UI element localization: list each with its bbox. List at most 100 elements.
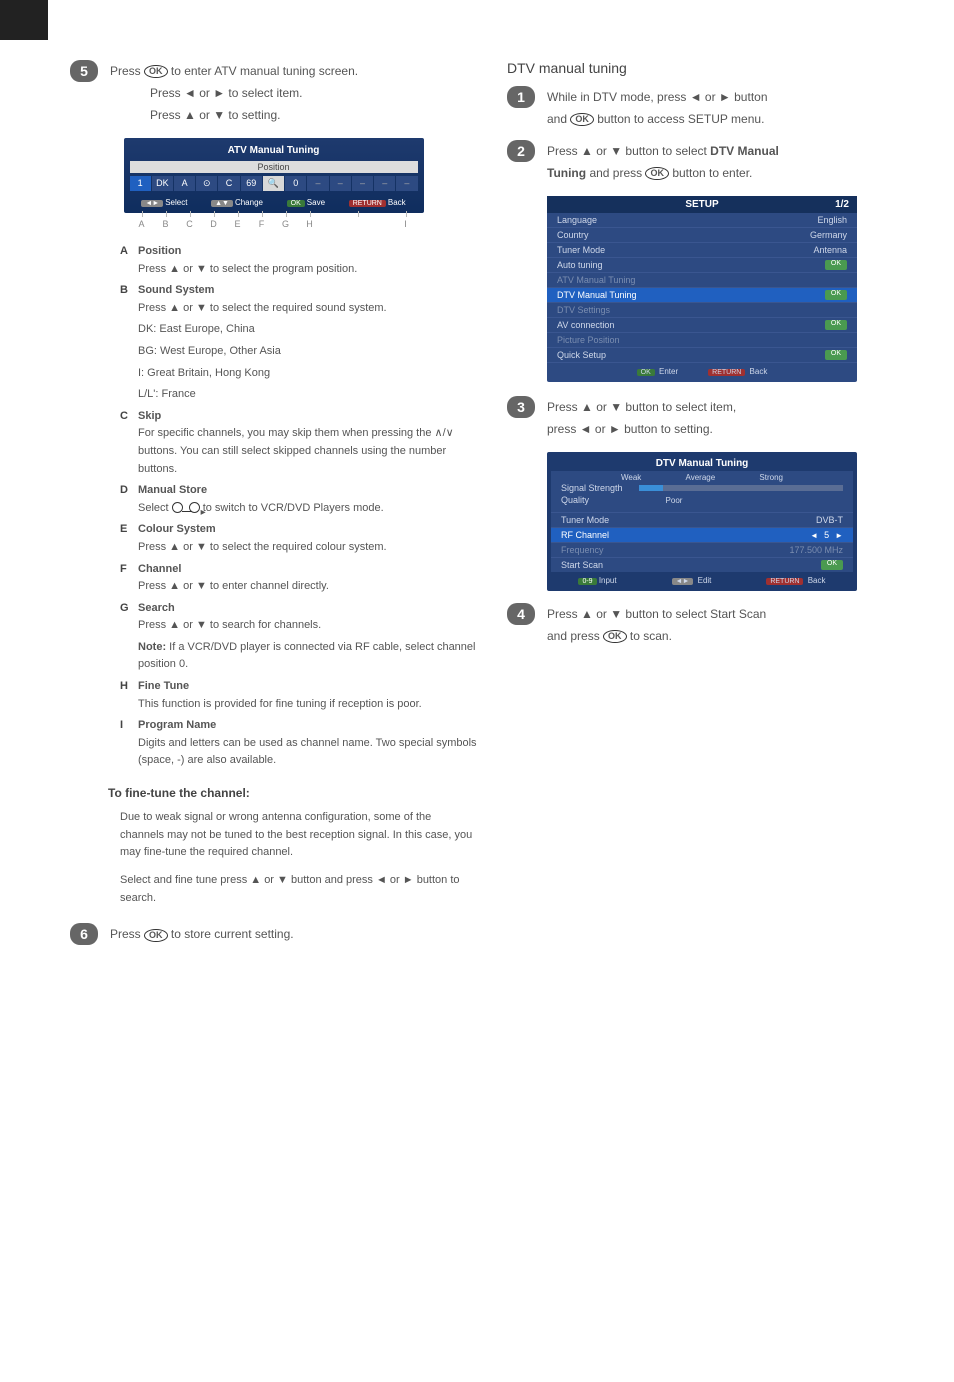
atv-cell-name2[interactable]: – xyxy=(330,176,351,191)
step5-line3: Press ▲ or ▼ to setting. xyxy=(150,106,358,124)
step4-l1: Press ▲ or ▼ button to select Start Scan xyxy=(547,605,766,623)
dtv-input-key: 0-9 xyxy=(578,578,596,585)
expl-title-B: Sound System xyxy=(138,284,214,296)
dtv-panel: DTV Manual Tuning Weak Average Strong Si… xyxy=(547,452,857,591)
step-num-6: 6 xyxy=(70,923,98,945)
hint-change: Change xyxy=(235,198,263,207)
setup-row-language[interactable]: LanguageEnglish xyxy=(547,213,857,228)
setup-row-label: Language xyxy=(557,215,597,225)
step-1: 1 While in DTV mode, press ◄ or ► button… xyxy=(507,86,914,132)
expl-label-H: H xyxy=(120,678,132,696)
atv-cell-store[interactable]: ⊙ xyxy=(196,176,217,191)
dtv-strong: Strong xyxy=(759,473,783,482)
expl-body-C: For specific channels, you may skip them… xyxy=(138,425,477,478)
ok-pill-icon: OK xyxy=(821,560,843,570)
dtv-rf-label: RF Channel xyxy=(561,530,609,540)
dtv-heading: DTV manual tuning xyxy=(507,60,914,76)
step1-l2-pre: and xyxy=(547,112,570,126)
step-num-2: 2 xyxy=(507,140,535,162)
expl-note-title-G: Note: xyxy=(138,641,166,653)
expl-body-B5: L/L': France xyxy=(138,386,477,404)
setup-row-label: Country xyxy=(557,230,589,240)
step-4: 4 Press ▲ or ▼ button to select Start Sc… xyxy=(507,603,914,649)
setup-row-country[interactable]: CountryGermany xyxy=(547,228,857,243)
setup-title: SETUP xyxy=(685,199,718,210)
setup-row-quick-setup[interactable]: Quick SetupOK xyxy=(547,348,857,363)
atv-cell-skip[interactable]: A xyxy=(174,176,195,191)
setup-row-auto-tuning[interactable]: Auto tuningOK xyxy=(547,258,857,273)
dtv-scale: Weak Average Strong xyxy=(551,471,853,482)
hint-back-key: RETURN xyxy=(349,200,386,207)
expl-body-B1: Press ▲ or ▼ to select the required soun… xyxy=(138,300,477,318)
chevron-right-icon[interactable]: ► xyxy=(835,531,843,540)
setup-back: Back xyxy=(750,367,768,376)
expl-label-B: B xyxy=(120,282,132,300)
atv-cell-name1[interactable]: – xyxy=(307,176,328,191)
setup-row-label: Tuner Mode xyxy=(557,245,605,255)
dtv-back-key: RETURN xyxy=(766,578,803,585)
step5-text-a: Press xyxy=(110,64,144,78)
step2-l1-bold: DTV Manual xyxy=(710,144,779,158)
dtv-row-start[interactable]: Start Scan OK xyxy=(551,557,853,572)
step-2: 2 Press ▲ or ▼ button to select DTV Manu… xyxy=(507,140,914,186)
expl-title-H: Fine Tune xyxy=(138,680,189,692)
setup-row-label: DTV Manual Tuning xyxy=(557,290,637,300)
step-5: 5 Press OK to enter ATV manual tuning sc… xyxy=(70,60,477,128)
setup-row-label: Picture Position xyxy=(557,335,620,345)
step2-l1: Press ▲ or ▼ button to select xyxy=(547,144,710,158)
fine-tune-p1: Due to weak signal or wrong antenna conf… xyxy=(120,809,477,862)
atv-cell-chan[interactable]: 69 xyxy=(241,176,262,191)
setup-row-tuner-mode[interactable]: Tuner ModeAntenna xyxy=(547,243,857,258)
page: 5 Press OK to enter ATV manual tuning sc… xyxy=(0,0,954,995)
atv-cell-name3[interactable]: – xyxy=(352,176,373,191)
atv-cell-colour[interactable]: C xyxy=(218,176,239,191)
expl-title-I: Program Name xyxy=(138,719,216,731)
step-num-5: 5 xyxy=(70,60,98,82)
atv-letter-G: G xyxy=(274,219,298,229)
step4-l2-pre: and press xyxy=(547,629,603,643)
setup-row-dtv-manual-tuning[interactable]: DTV Manual TuningOK xyxy=(547,288,857,303)
expl-body-B2: DK: East Europe, China xyxy=(138,321,477,339)
expl-title-C: Skip xyxy=(138,410,161,422)
hint-back: Back xyxy=(388,198,406,207)
step1-l2-suf: button to access SETUP menu. xyxy=(597,112,764,126)
step-num-4: 4 xyxy=(507,603,535,625)
dtv-row-rf[interactable]: RF Channel ◄ 5 ► xyxy=(551,527,853,542)
dtv-freq-value: 177.500 MHz xyxy=(789,545,843,555)
expl-note-body-G: If a VCR/DVD player is connected via RF … xyxy=(138,641,475,671)
expl-body-B4: I: Great Britain, Hong Kong xyxy=(138,365,477,383)
dtv-quality-row: Quality Poor xyxy=(551,494,853,506)
atv-letter-C: C xyxy=(178,219,202,229)
expl-label-E: E xyxy=(120,521,132,539)
expl-body-G: Press ▲ or ▼ to search for channels. xyxy=(138,617,477,635)
atv-title: ATV Manual Tuning xyxy=(124,142,424,159)
dtv-tuner-label: Tuner Mode xyxy=(561,515,609,525)
ok-icon: OK xyxy=(144,929,168,942)
dtv-quality-label: Quality xyxy=(561,495,639,505)
atv-cell-pos[interactable]: 1 xyxy=(130,176,151,191)
setup-row-av-connection[interactable]: AV connectionOK xyxy=(547,318,857,333)
atv-cell-name5[interactable]: – xyxy=(396,176,417,191)
hint-change-key: ▲▼ xyxy=(211,200,233,207)
dtv-hints: 0-9 Input ◄► Edit RETURN Back xyxy=(547,572,857,585)
setup-enter: Enter xyxy=(659,367,678,376)
expl-label-C: C xyxy=(120,408,132,426)
atv-cell-name4[interactable]: – xyxy=(374,176,395,191)
step4-l2-suf: to scan. xyxy=(630,629,672,643)
expl-title-A: Position xyxy=(138,245,181,257)
atv-cell-search[interactable]: 🔍 xyxy=(263,176,284,191)
atv-cell-fine[interactable]: 0 xyxy=(285,176,306,191)
setup-row-dtv-settings: DTV Settings xyxy=(547,303,857,318)
setup-row-label: DTV Settings xyxy=(557,305,610,315)
setup-page: 1/2 xyxy=(719,199,849,210)
atv-letter-row: A B C D E F G H I xyxy=(124,219,424,229)
atv-letter-spacer xyxy=(322,219,394,229)
atv-subtitle: Position xyxy=(130,161,418,173)
setup-hints: OK Enter RETURN Back xyxy=(547,363,857,376)
chevron-left-icon[interactable]: ◄ xyxy=(810,531,818,540)
dtv-row-tuner[interactable]: Tuner Mode DVB-T xyxy=(551,512,853,527)
atv-cell-sound[interactable]: DK xyxy=(152,176,173,191)
left-column: 5 Press OK to enter ATV manual tuning sc… xyxy=(70,60,477,955)
step1-l1: While in DTV mode, press ◄ or ► button xyxy=(547,88,768,106)
expl-label-G: G xyxy=(120,600,132,618)
